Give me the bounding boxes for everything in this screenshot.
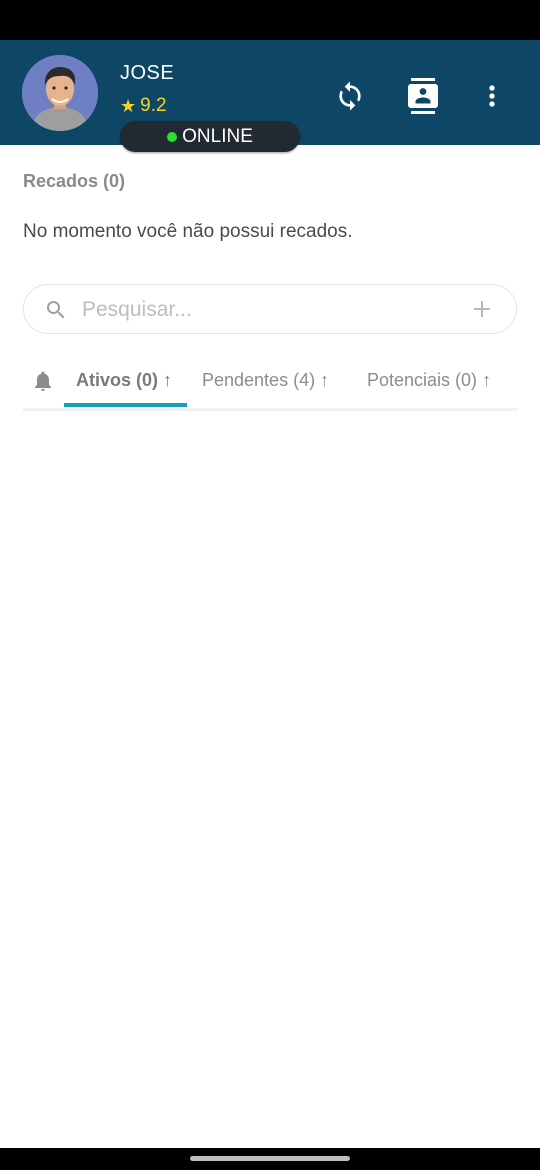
add-icon[interactable] (470, 297, 494, 321)
online-status-toggle[interactable]: ONLINE (120, 121, 300, 152)
tab-bar: Ativos (0) ↑ Pendentes (4) ↑ Potenciais … (23, 360, 517, 411)
avatar-illustration (22, 55, 98, 131)
search-input[interactable] (82, 297, 452, 323)
avatar[interactable] (22, 55, 98, 131)
status-label: ONLINE (182, 125, 253, 147)
search-bar (23, 284, 517, 334)
home-indicator[interactable] (190, 1156, 350, 1161)
online-dot-icon (167, 131, 178, 142)
bell-icon[interactable] (31, 368, 55, 399)
more-vert-icon[interactable] (474, 76, 510, 116)
system-nav-bar (0, 1148, 540, 1170)
app-header: JOSE ★ 9.2 ONLINE (0, 40, 540, 152)
tab-ativos[interactable]: Ativos (0) ↑ (76, 370, 172, 391)
user-rating: ★ 9.2 (120, 95, 167, 117)
tab-ativos-label: Ativos (0) (76, 370, 159, 390)
messages-empty-text: No momento você não possui recados. (23, 221, 353, 242)
user-name: JOSE (120, 62, 175, 84)
messages-title: Recados (0) (23, 171, 126, 191)
tab-potenciais[interactable]: Potenciais (0) ↑ (367, 370, 491, 391)
active-tab-indicator (64, 403, 187, 407)
sort-arrow-icon: ↑ (482, 370, 492, 390)
status-bar (0, 0, 540, 40)
tab-pendentes-label: Pendentes (4) (202, 370, 316, 390)
contacts-icon[interactable] (405, 76, 441, 116)
sort-arrow-icon: ↑ (320, 370, 330, 390)
sort-arrow-icon: ↑ (163, 370, 173, 390)
search-icon (44, 298, 68, 327)
tab-potenciais-label: Potenciais (0) (367, 370, 478, 390)
tab-pendentes[interactable]: Pendentes (4) ↑ (202, 370, 329, 391)
star-icon: ★ (120, 95, 137, 116)
refresh-icon[interactable] (332, 76, 368, 116)
rating-value: 9.2 (140, 95, 167, 116)
